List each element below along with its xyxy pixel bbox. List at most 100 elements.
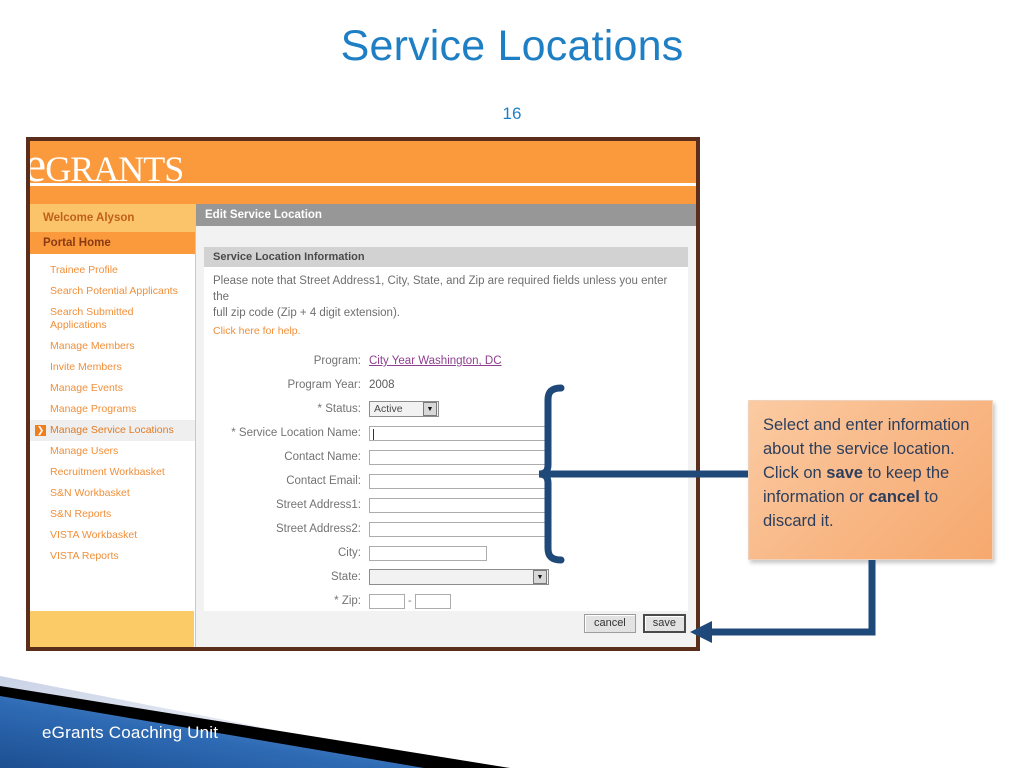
slide-number: 16 [502,104,522,123]
sidebar-item-manage-members[interactable]: Manage Members [30,336,195,357]
save-button[interactable]: save [642,614,686,633]
footer-banner [0,676,510,768]
form-row-zip: * Zip: - [213,591,688,611]
form-row-state: State: ▼ [213,567,688,587]
sidebar-item-search-potential-applicants[interactable]: Search Potential Applicants [30,281,195,302]
sidebar-item-manage-users[interactable]: Manage Users [30,441,195,462]
annotation-callout: Select and enter information about the s… [748,400,993,560]
note-line-2: full zip code (Zip + 4 digit extension). [213,307,400,319]
annotation-bold-save: save [826,464,863,482]
sidebar-item-label: VISTA Reports [50,550,119,562]
form-row-status: * Status: Active ▼ [213,399,688,419]
street1-label: Street Address1: [275,499,361,511]
form-row-street1: Street Address1: [213,495,688,515]
sidebar: Welcome Alyson Portal Home Trainee Profi… [30,204,196,647]
sidebar-item-search-submitted-applications[interactable]: Search Submitted Applications [30,302,195,336]
status-label: * Status: [317,403,361,415]
sidebar-item-s-n-workbasket[interactable]: S&N Workbasket [30,483,195,504]
sidebar-item-label: S&N Reports [50,508,112,520]
page-header-bar: Edit Service Location [196,204,696,226]
status-select[interactable]: Active ▼ [369,401,439,417]
sidebar-footer-block [30,611,194,647]
service-location-name-input[interactable] [369,425,549,441]
sidebar-item-label: S&N Workbasket [50,487,130,499]
zip-input[interactable] [369,593,405,609]
state-select[interactable]: ▼ [369,569,549,585]
sidebar-item-manage-events[interactable]: Manage Events [30,378,195,399]
sidebar-item-label: Manage Events [50,382,123,394]
sidebar-item-label: Invite Members [50,361,122,373]
sidebar-item-portal-home[interactable]: Portal Home [30,232,195,254]
sidebar-nav-list: Trainee Profile Search Potential Applican… [30,254,195,567]
contact-name-input[interactable] [369,449,549,465]
portal-home-label: Portal Home [43,237,111,249]
sidebar-item-manage-programs[interactable]: Manage Programs [30,399,195,420]
sidebar-item-invite-members[interactable]: Invite Members [30,357,195,378]
arrow-right-icon: ❯ [35,425,46,436]
zip-separator: - [408,595,412,607]
section-card: Service Location Information Please note… [204,247,688,611]
contact-email-label: Contact Email: [286,475,361,487]
zip-label: * Zip: [334,595,361,607]
form-row-program-year: Program Year: 2008 [213,375,688,395]
save-pointer-line [706,560,876,636]
program-link[interactable]: City Year Washington, DC [369,355,502,367]
section-header-bar: Service Location Information [204,247,688,267]
street2-label: Street Address2: [275,523,361,535]
street-address1-input[interactable] [369,497,549,513]
form-button-row: cancel save [583,614,686,633]
sidebar-item-label: Manage Programs [50,403,137,415]
main-content: Edit Service Location Service Location I… [196,204,696,647]
cancel-button[interactable]: cancel [583,614,636,633]
program-label: Program: [313,355,361,367]
sidebar-item-recruitment-workbasket[interactable]: Recruitment Workbasket [30,462,195,483]
footer-label: eGrants Coaching Unit [42,723,219,742]
brand-divider [30,183,696,186]
section-header-label: Service Location Information [213,251,365,263]
sidebar-item-manage-service-locations[interactable]: ❯ Manage Service Locations [30,420,195,441]
note-line-1: Please note that Street Address1, City, … [213,275,668,303]
form-row-service-location-name: * Service Location Name: [213,423,688,443]
form-row-street2: Street Address2: [213,519,688,539]
form-row-city: City: [213,543,688,563]
city-label: City: [338,547,361,559]
sidebar-item-label: Recruitment Workbasket [50,466,165,478]
form-row-contact-name: Contact Name: [213,447,688,467]
help-link[interactable]: Click here for help. [213,325,301,337]
welcome-label: Welcome Alyson [43,212,135,224]
service-location-form: Program: City Year Washington, DC Progra… [204,351,688,611]
page-header-label: Edit Service Location [205,209,322,221]
sidebar-item-label: Manage Members [50,340,135,352]
program-year-label: Program Year: [287,379,361,391]
chevron-down-icon: ▼ [533,570,547,584]
service-location-name-label: * Service Location Name: [231,427,361,439]
page-title: Service Locations [340,22,684,70]
status-selected-value: Active [374,403,403,415]
sidebar-item-label: Manage Service Locations [50,424,174,436]
sidebar-item-vista-reports[interactable]: VISTA Reports [30,546,195,567]
form-row-program: Program: City Year Washington, DC [213,351,688,371]
sidebar-item-label: Trainee Profile [50,264,118,276]
section-note: Please note that Street Address1, City, … [204,267,688,339]
city-input[interactable] [369,545,487,561]
state-label: State: [330,571,361,583]
sidebar-item-trainee-profile[interactable]: Trainee Profile [30,260,195,281]
form-row-contact-email: Contact Email: [213,471,688,491]
welcome-banner: Welcome Alyson [30,204,195,232]
zip-extension-input[interactable] [414,593,451,609]
annotation-bold-cancel: cancel [868,488,920,506]
sidebar-item-label: Search Potential Applicants [50,285,178,297]
program-year-value: 2008 [369,379,395,391]
zip-group: - [369,593,451,609]
brand-bar: eGRANTS [30,141,696,204]
application-screenshot: eGRANTS Welcome Alyson Portal Home Train… [26,137,700,651]
chevron-down-icon: ▼ [423,402,437,416]
annotation-text: Select and enter information about the s… [763,413,978,533]
street-address2-input[interactable] [369,521,549,537]
contact-name-label: Contact Name: [284,451,361,463]
sidebar-item-vista-workbasket[interactable]: VISTA Workbasket [30,525,195,546]
sidebar-item-label: Manage Users [50,445,119,457]
contact-email-input[interactable] [369,473,549,489]
sidebar-item-s-n-reports[interactable]: S&N Reports [30,504,195,525]
sidebar-item-label: Search Submitted Applications [50,306,134,331]
